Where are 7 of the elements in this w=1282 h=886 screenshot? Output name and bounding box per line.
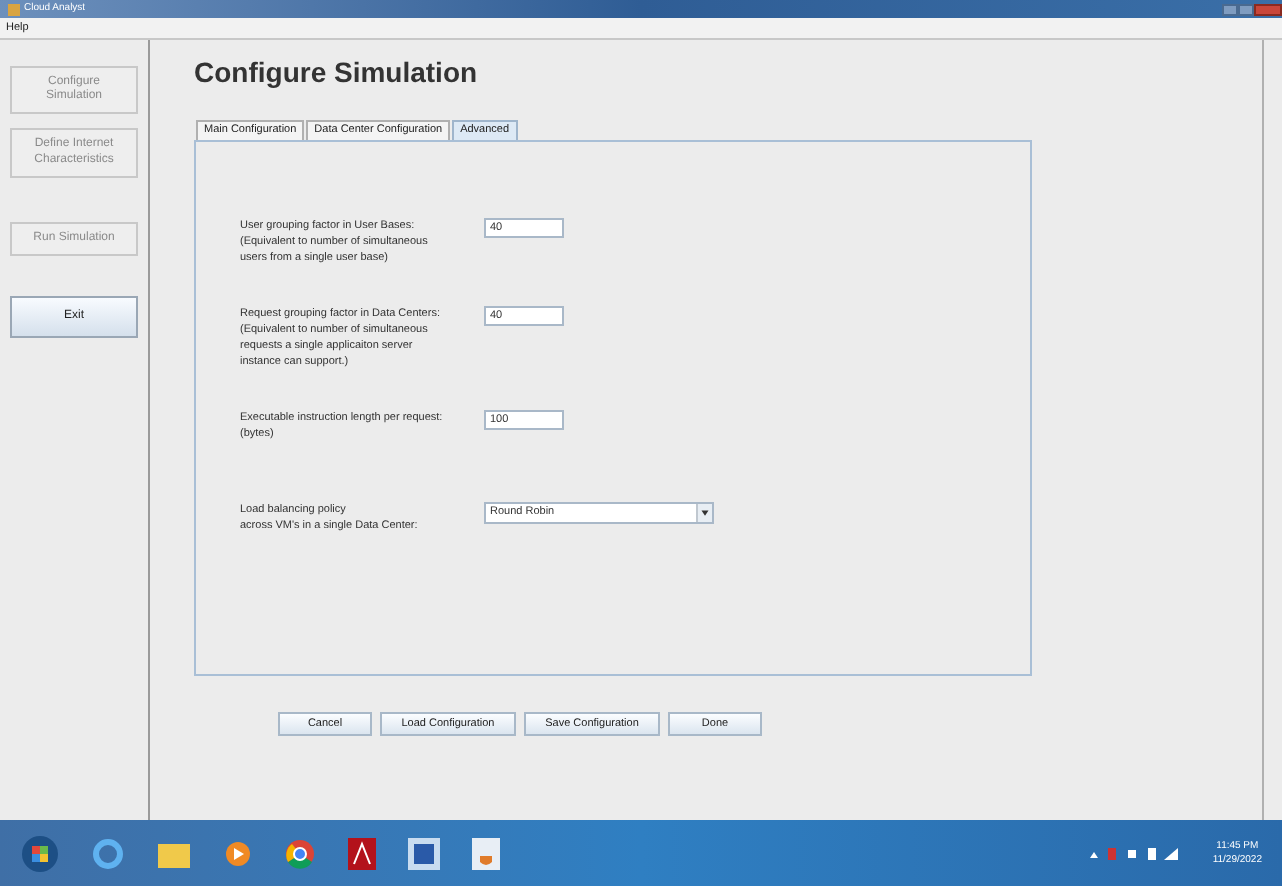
pdf-icon[interactable] (348, 837, 376, 869)
word-icon[interactable] (408, 837, 440, 869)
media-player-icon[interactable] (224, 839, 252, 867)
caret-icon (696, 504, 712, 522)
page-heading: Configure Simulation (194, 58, 480, 86)
start-button-icon[interactable] (20, 833, 60, 873)
chrome-icon[interactable] (284, 837, 316, 869)
